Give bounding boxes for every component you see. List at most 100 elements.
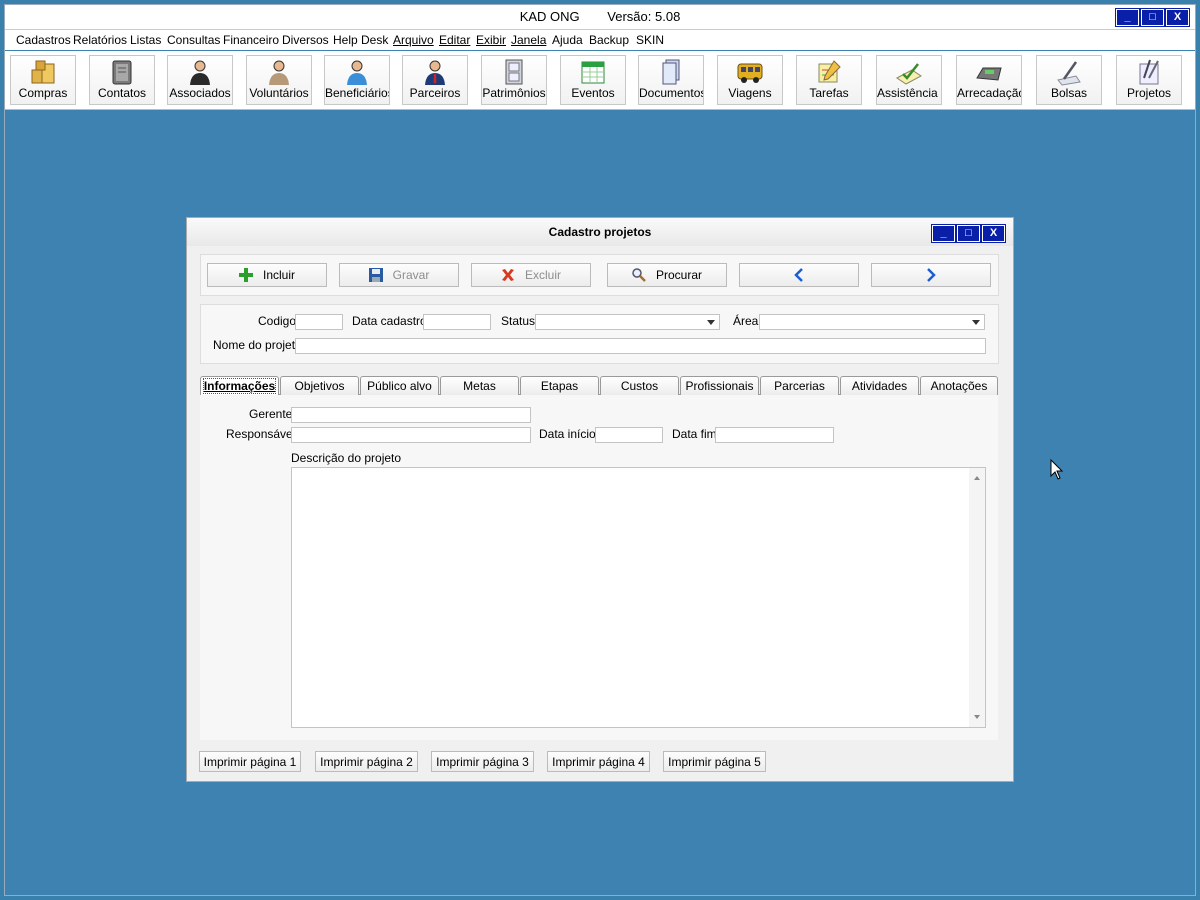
menu-bar: Cadastros Relatórios Listas Consultas Fi… <box>5 30 1195 50</box>
app-minimize-button[interactable]: _ <box>1116 9 1139 26</box>
status-label: Status <box>501 314 536 328</box>
tab-informacoes[interactable]: Informações <box>200 376 279 395</box>
status-select[interactable] <box>535 314 720 330</box>
dialog-minimize-button[interactable]: _ <box>932 225 955 242</box>
chevron-right-icon <box>927 268 936 282</box>
scroll-down-icon[interactable] <box>969 711 985 723</box>
person-tie-icon <box>425 60 445 85</box>
descricao-textarea[interactable] <box>291 467 986 728</box>
menu-ajuda[interactable]: Ajuda <box>552 33 583 47</box>
menu-financeiro[interactable]: Financeiro <box>223 33 279 47</box>
toolbar-parceiros-label: Parceiros <box>409 86 461 100</box>
tab-profissionais[interactable]: Profissionais <box>680 376 759 395</box>
toolbar-projetos-label: Projetos <box>1126 86 1172 100</box>
tab-metas[interactable]: Metas <box>440 376 519 395</box>
imprimir-pagina-5-button[interactable]: Imprimir página 5 <box>663 751 766 772</box>
toolbar-parceiros-button[interactable]: Parceiros <box>402 55 468 105</box>
toolbar-tarefas-button[interactable]: Tarefas <box>796 55 862 105</box>
procurar-button[interactable]: Procurar <box>607 263 727 287</box>
data-inicio-input[interactable] <box>595 427 663 443</box>
incluir-label: Incluir <box>262 268 295 282</box>
toolbar-assistencia-button[interactable]: Assistência S <box>876 55 942 105</box>
toolbar-patrimonios-label: Patrimônios <box>482 86 546 100</box>
person-icon <box>269 60 289 85</box>
descricao-label: Descrição do projeto <box>291 451 402 465</box>
tab-etapas[interactable]: Etapas <box>520 376 599 395</box>
data-cadastro-input[interactable] <box>423 314 491 330</box>
menu-exibir[interactable]: Exibir <box>476 33 506 47</box>
responsavel-input[interactable] <box>291 427 531 443</box>
menu-arquivo[interactable]: Arquivo <box>393 33 434 47</box>
cash-register-icon <box>976 67 1002 81</box>
menu-editar[interactable]: Editar <box>439 33 470 47</box>
toolbar-voluntarios-label: Voluntários <box>249 86 309 100</box>
calendar-icon <box>581 61 605 84</box>
toolbar-beneficiarios-label: Beneficiários <box>325 86 389 100</box>
toolbar-eventos-label: Eventos <box>571 86 615 100</box>
menu-backup[interactable]: Backup <box>589 33 629 47</box>
tab-parcerias[interactable]: Parcerias <box>760 376 839 395</box>
tab-publico-alvo[interactable]: Público alvo <box>360 376 439 395</box>
dialog-close-button[interactable]: X <box>982 225 1005 242</box>
codigo-input[interactable] <box>295 314 343 330</box>
person-suit-icon <box>190 60 210 85</box>
plus-icon <box>238 268 253 282</box>
save-disk-icon <box>368 268 383 282</box>
area-select[interactable] <box>759 314 985 330</box>
imprimir-pagina-1-button[interactable]: Imprimir página 1 <box>199 751 301 772</box>
incluir-button[interactable]: Incluir <box>207 263 327 287</box>
gravar-button[interactable]: Gravar <box>339 263 459 287</box>
mouse-cursor-icon <box>1050 459 1064 480</box>
imprimir-pagina-3-button[interactable]: Imprimir página 3 <box>431 751 534 772</box>
documents-icon <box>662 59 680 85</box>
imprimir-pagina-2-button[interactable]: Imprimir página 2 <box>315 751 418 772</box>
nome-projeto-input[interactable] <box>295 338 986 354</box>
toolbar-bolsas-button[interactable]: Bolsas <box>1036 55 1102 105</box>
data-fim-input[interactable] <box>715 427 834 443</box>
chevron-down-icon <box>972 320 980 325</box>
boxes-icon <box>31 60 55 84</box>
menu-consultas[interactable]: Consultas <box>167 33 220 47</box>
person-blue-icon <box>347 60 367 85</box>
descricao-scrollbar[interactable] <box>969 468 985 727</box>
toolbar-beneficiarios-button[interactable]: Beneficiários <box>324 55 390 105</box>
imprimir-pagina-4-button[interactable]: Imprimir página 4 <box>547 751 650 772</box>
menu-listas[interactable]: Listas <box>130 33 161 47</box>
menu-help-desk[interactable]: Help Desk <box>333 33 388 47</box>
gerente-input[interactable] <box>291 407 531 423</box>
menu-relatorios[interactable]: Relatórios <box>73 33 127 47</box>
toolbar-viagens-button[interactable]: Viagens <box>717 55 783 105</box>
magnifier-icon <box>632 268 646 282</box>
toolbar-contatos-button[interactable]: Contatos <box>89 55 155 105</box>
dialog-window-controls: _ □ X <box>932 225 1005 242</box>
toolbar-associados-button[interactable]: Associados <box>167 55 233 105</box>
toolbar-documentos-button[interactable]: Documentos <box>638 55 704 105</box>
tab-atividades[interactable]: Atividades <box>840 376 919 395</box>
tab-custos[interactable]: Custos <box>600 376 679 395</box>
scroll-up-icon[interactable] <box>969 472 985 484</box>
address-book-icon <box>112 60 132 85</box>
previous-record-button[interactable] <box>739 263 859 287</box>
dialog-titlebar[interactable]: Cadastro projetos _ □ X <box>187 218 1013 246</box>
tab-informacoes-label: Informações <box>202 378 277 394</box>
toolbar-patrimonios-button[interactable]: Patrimônios <box>481 55 547 105</box>
app-maximize-button[interactable]: □ <box>1141 9 1164 26</box>
toolbar-eventos-button[interactable]: Eventos <box>560 55 626 105</box>
toolbar-compras-button[interactable]: Compras <box>10 55 76 105</box>
toolbar-voluntarios-button[interactable]: Voluntários <box>246 55 312 105</box>
menu-skin[interactable]: SKIN <box>636 33 664 47</box>
next-record-button[interactable] <box>871 263 991 287</box>
toolbar-projetos-button[interactable]: Projetos <box>1116 55 1182 105</box>
pen-icon <box>1057 61 1081 86</box>
data-fim-label: Data fim <box>672 427 717 441</box>
data-cadastro-label: Data cadastro <box>352 314 427 328</box>
menu-diversos[interactable]: Diversos <box>282 33 329 47</box>
tab-anotacoes[interactable]: Anotações <box>920 376 998 395</box>
excluir-button[interactable]: Excluir <box>471 263 591 287</box>
tab-objetivos[interactable]: Objetivos <box>280 376 359 395</box>
menu-cadastros[interactable]: Cadastros <box>16 33 71 47</box>
app-close-button[interactable]: X <box>1166 9 1189 26</box>
toolbar-arrecadacao-button[interactable]: Arrecadação <box>956 55 1022 105</box>
dialog-maximize-button[interactable]: □ <box>957 225 980 242</box>
menu-janela[interactable]: Janela <box>511 33 546 47</box>
